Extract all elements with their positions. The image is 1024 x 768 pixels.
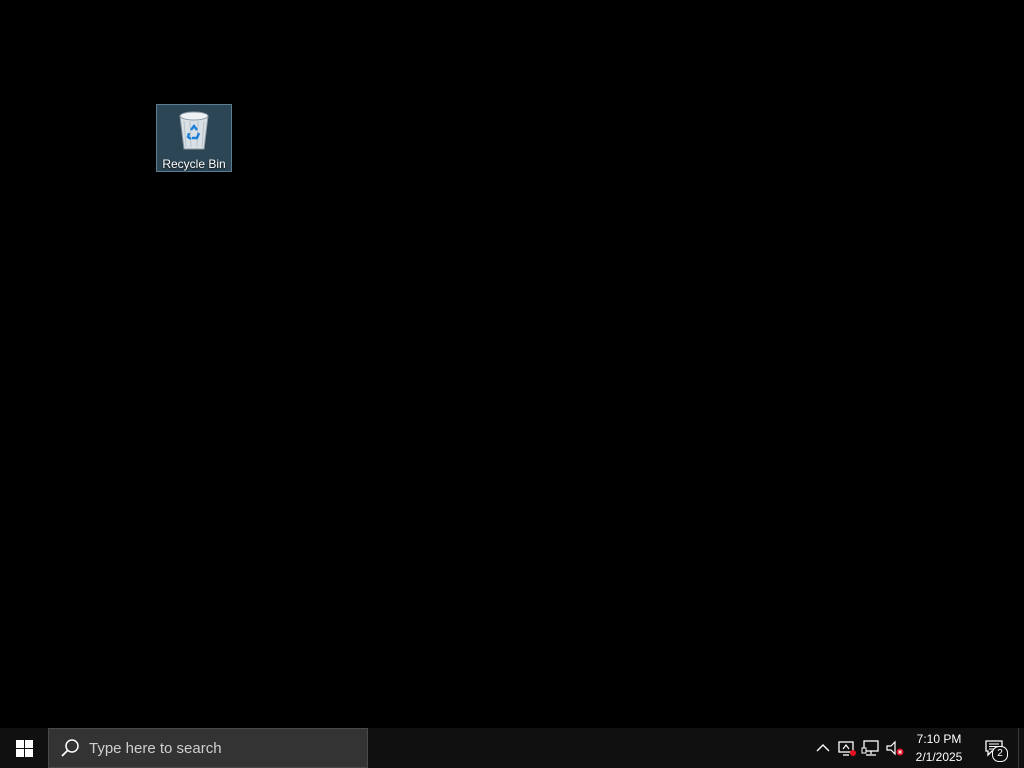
- network-icon: [861, 740, 879, 756]
- clock-date: 2/1/2025: [915, 750, 963, 764]
- recycle-bin-desktop-icon[interactable]: Recycle Bin: [156, 104, 232, 172]
- recycle-bin-icon: [179, 111, 209, 150]
- network-tray-button[interactable]: [860, 728, 882, 768]
- windows-logo-icon: [15, 739, 33, 757]
- start-button[interactable]: [0, 728, 48, 768]
- remote-desktop-tray-button[interactable]: [836, 728, 858, 768]
- search-box[interactable]: Type here to search: [48, 728, 368, 768]
- notification-count-badge: 2: [992, 746, 1008, 762]
- search-placeholder: Type here to search: [89, 739, 222, 757]
- remote-desktop-icon: [838, 741, 856, 756]
- search-icon: [61, 739, 79, 757]
- clock[interactable]: 7:10 PM 2/1/2025: [908, 728, 970, 768]
- show-hidden-icons-button[interactable]: [812, 728, 834, 768]
- recycle-bin-label: Recycle Bin: [162, 157, 226, 171]
- volume-muted-icon: [886, 740, 904, 756]
- volume-tray-button[interactable]: [884, 728, 906, 768]
- clock-time: 7:10 PM: [916, 732, 962, 746]
- chevron-up-icon: [816, 744, 830, 752]
- desktop[interactable]: Recycle Bin: [0, 0, 1024, 728]
- action-center-button[interactable]: 2: [978, 728, 1010, 768]
- taskbar: Type here to search 7:10 PM 2/1/2025 2: [0, 728, 1024, 768]
- show-desktop-button[interactable]: [1018, 728, 1024, 768]
